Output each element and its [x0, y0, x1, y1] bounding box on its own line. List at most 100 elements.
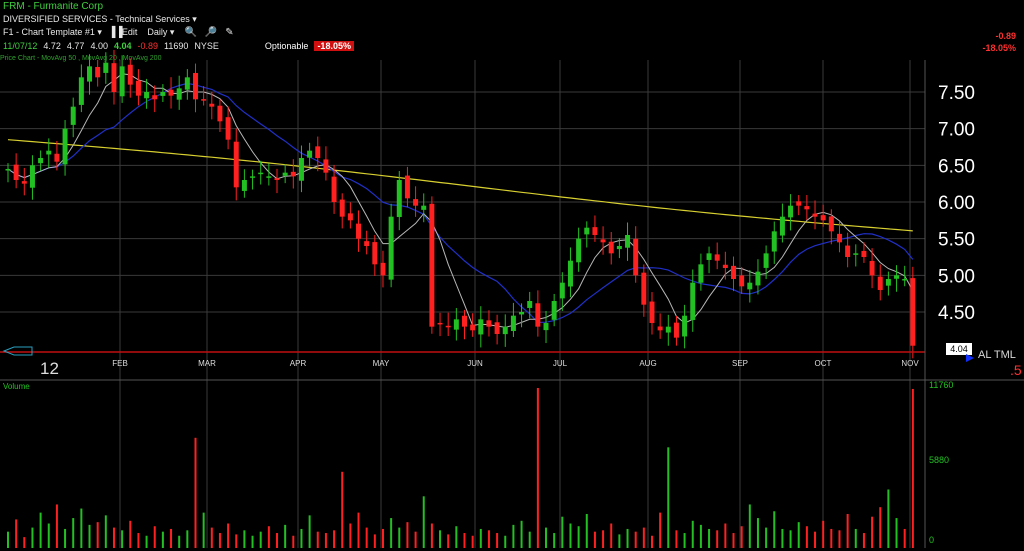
volume-bar — [112, 527, 115, 548]
candle-body — [625, 235, 631, 248]
volume-bar — [308, 515, 311, 548]
candle-body — [87, 66, 93, 82]
zoom-out-icon[interactable]: 🔎 — [204, 27, 216, 38]
candle-body — [535, 303, 541, 327]
candle-body — [616, 246, 622, 250]
sector-dropdown[interactable]: DIVERSIFIED SERVICES - Technical Service… — [3, 14, 197, 25]
volume-bar — [756, 518, 759, 548]
edit-label: Edit — [121, 27, 138, 37]
candle-body — [347, 213, 353, 221]
volume-bar — [642, 527, 645, 548]
candle-body — [453, 319, 459, 330]
volume-bar — [634, 531, 637, 548]
candle-body — [861, 250, 867, 257]
candle-body — [135, 80, 141, 96]
candle-body — [633, 238, 639, 276]
volume-bar — [259, 531, 262, 548]
candle-body — [282, 172, 288, 176]
volume-bar — [96, 522, 99, 548]
candle-body — [13, 164, 19, 180]
month-label: JUL — [553, 359, 568, 368]
candle-body — [763, 253, 769, 268]
volume-bar — [748, 504, 751, 548]
volume-bar — [439, 530, 442, 548]
ma200-line — [7, 139, 913, 232]
volume-bar — [284, 524, 287, 548]
volume-bar — [373, 534, 376, 548]
quote-low: 4.00 — [90, 41, 108, 51]
candle-body — [103, 62, 109, 73]
volume-bar — [724, 523, 727, 548]
candle-body — [894, 275, 900, 279]
volume-bar — [80, 508, 83, 548]
volume-bar — [895, 518, 898, 548]
candle-body — [551, 301, 557, 320]
edit-button[interactable]: ▌▌Edit — [112, 27, 138, 38]
candle-body — [527, 301, 533, 308]
candle-body — [29, 165, 35, 188]
volume-tick-label: 11760 — [929, 380, 953, 390]
candle-body — [127, 64, 133, 85]
volume-bar — [202, 512, 205, 548]
volume-bar — [577, 526, 580, 548]
candle-body — [258, 172, 264, 175]
pct-change-badge: -18.05% — [314, 41, 354, 51]
candle-body — [298, 158, 304, 181]
candle-body — [812, 213, 818, 217]
volume-bar — [414, 531, 417, 548]
volume-bar — [781, 528, 784, 548]
scroll-marker — [2, 346, 33, 356]
zoom-in-icon[interactable]: 🔍 — [184, 27, 196, 38]
candle-body — [111, 63, 117, 92]
candle-body — [592, 227, 598, 235]
volume-bar — [520, 520, 523, 548]
volume-bar — [349, 523, 352, 548]
volume-bar — [545, 527, 548, 548]
optionable-label: Optionable — [264, 41, 309, 51]
candle-body — [445, 325, 451, 328]
moving-average-20 — [7, 73, 914, 328]
candle-body — [364, 241, 370, 246]
candle-body — [788, 205, 794, 218]
month-label: 12 — [40, 359, 59, 378]
candle-body — [665, 326, 671, 333]
price-grid — [0, 60, 925, 548]
candle-body — [274, 178, 280, 180]
symbol-title: FRM - Furmanite Corp — [3, 1, 104, 12]
candle-body — [779, 216, 785, 236]
price-tick-label: 5.50 — [938, 230, 975, 251]
candle-body — [584, 227, 590, 235]
candle-body — [877, 276, 883, 290]
candle-body — [608, 241, 614, 254]
candle-body — [388, 216, 394, 280]
volume-bar — [561, 516, 564, 548]
candle-body — [641, 272, 647, 305]
candle-body — [225, 117, 231, 140]
candle-body — [690, 282, 696, 321]
quote-exchange: NYSE — [194, 41, 219, 51]
volume-bar — [854, 528, 857, 548]
candle-body — [796, 201, 802, 206]
candle-body — [315, 146, 321, 158]
volume-bar — [341, 471, 344, 548]
pencil-icon[interactable]: ✎ — [224, 27, 234, 38]
volume-bar — [602, 530, 605, 548]
period-dropdown[interactable]: Daily ▾ — [147, 27, 174, 38]
volume-bar — [789, 530, 792, 548]
candle-body — [437, 322, 443, 325]
volume-bar — [822, 520, 825, 548]
volume-bar — [186, 530, 189, 548]
candle-body — [510, 315, 516, 332]
volume-bar — [129, 520, 132, 548]
volume-bar — [683, 533, 686, 548]
volume-bar — [406, 522, 409, 548]
template-dropdown[interactable]: F1 - Chart Template #1 ▾ — [3, 27, 102, 38]
candle-body — [54, 153, 60, 162]
candle-body — [160, 92, 166, 96]
volume-bar — [178, 535, 181, 548]
volume-bar — [797, 522, 800, 548]
candle-body — [820, 215, 826, 221]
candle-body — [331, 176, 337, 202]
candle-body — [62, 128, 68, 165]
volume-bar — [357, 512, 360, 548]
